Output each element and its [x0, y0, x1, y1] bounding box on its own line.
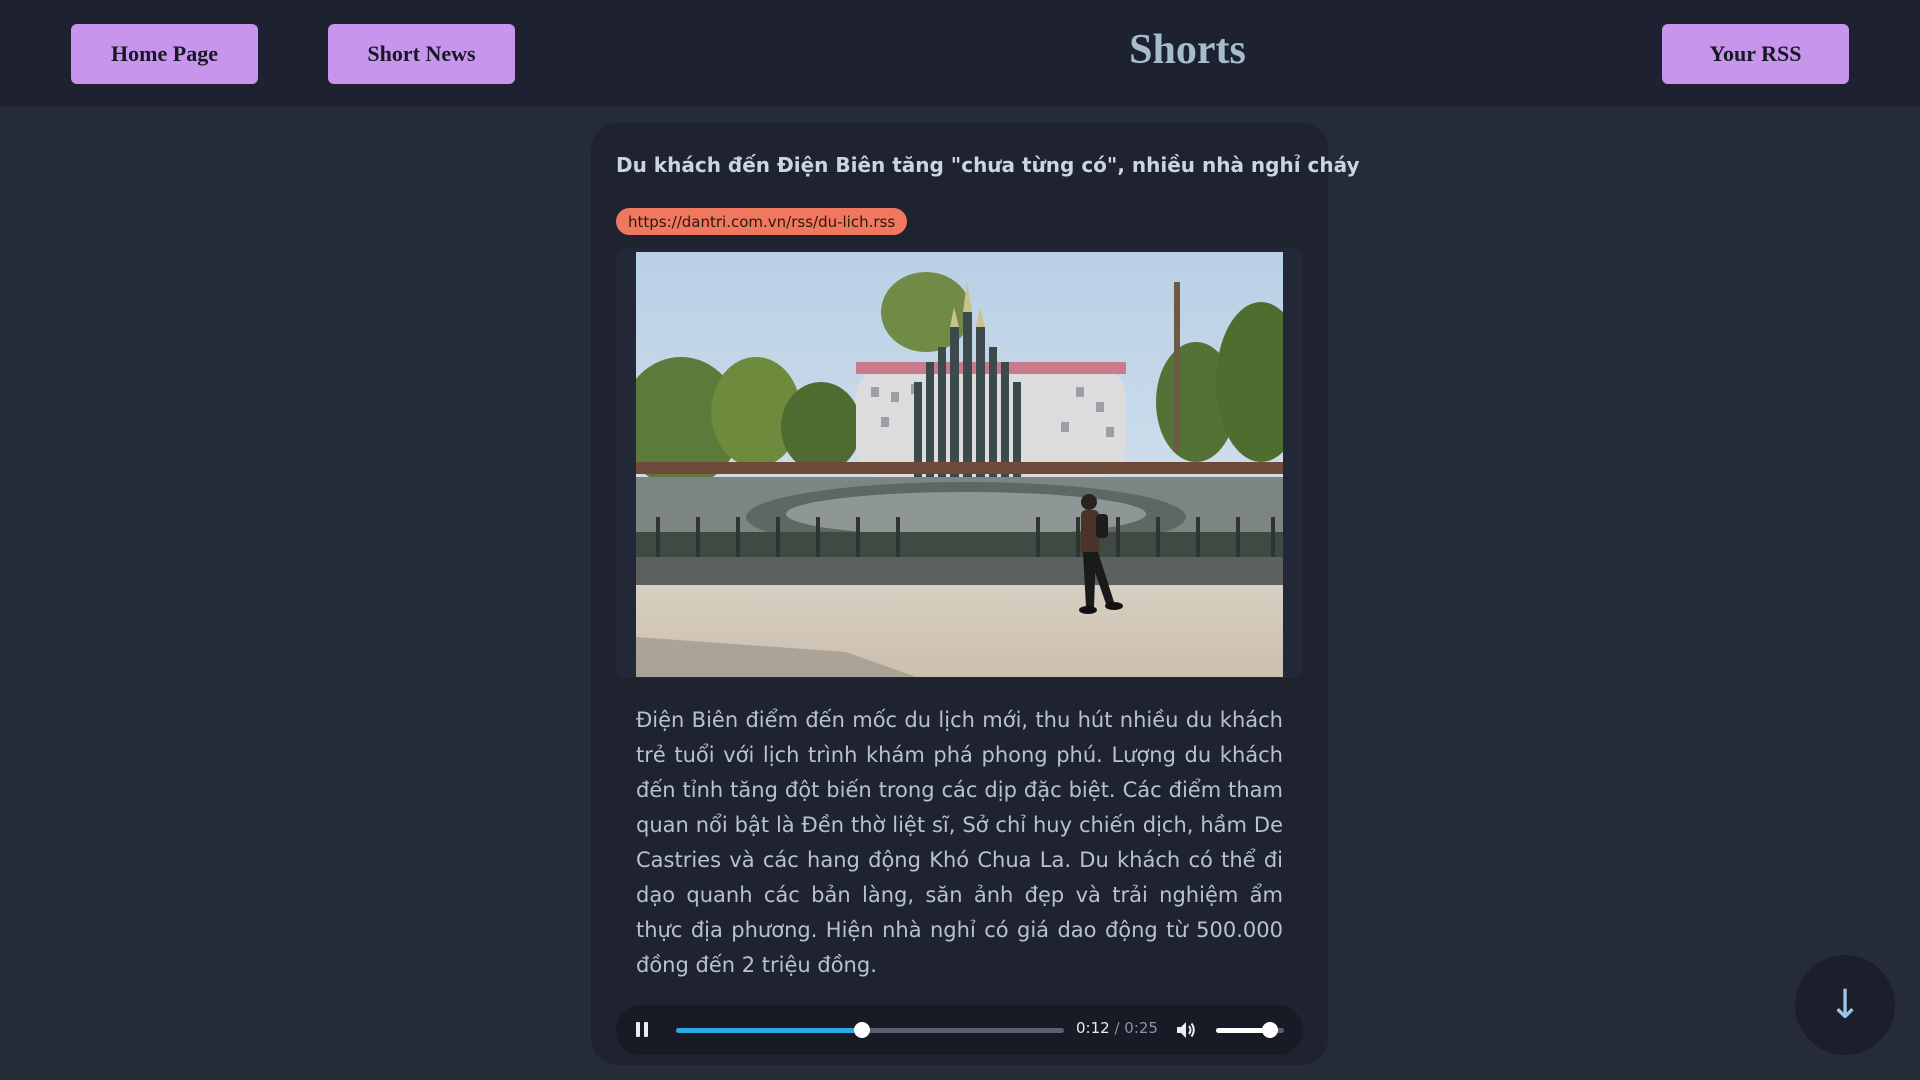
- volume-thumb[interactable]: [1262, 1022, 1279, 1038]
- page-title: Shorts: [1129, 27, 1246, 73]
- pause-icon[interactable]: [634, 1021, 652, 1039]
- current-time: 0:12: [1076, 1019, 1110, 1037]
- news-summary: Điện Biên điểm đến mốc du lịch mới, thu …: [636, 708, 1283, 977]
- news-card: Du khách đến Điện Biên tăng "chưa từng c…: [591, 123, 1360, 1065]
- your-rss-button[interactable]: Your RSS: [1662, 24, 1849, 84]
- time-display: 0:12 / 0:25: [1076, 1019, 1158, 1037]
- arrow-down-icon: ↓: [1828, 982, 1862, 1028]
- audio-progress-thumb[interactable]: [854, 1022, 871, 1038]
- home-page-button[interactable]: Home Page: [71, 24, 258, 84]
- news-title: Du khách đến Điện Biên tăng "chưa từng c…: [616, 153, 1360, 177]
- audio-progress-fill: [676, 1028, 863, 1033]
- image-frame: [616, 248, 1303, 678]
- duration-time: 0:25: [1124, 1019, 1158, 1037]
- time-separator: /: [1109, 1019, 1125, 1037]
- audio-progress-slider[interactable]: [676, 1022, 1064, 1038]
- scroll-down-button[interactable]: ↓: [1795, 955, 1895, 1055]
- volume-slider[interactable]: [1216, 1022, 1284, 1038]
- audio-player: 0:12 / 0:25: [616, 1005, 1303, 1055]
- top-navigation-bar: Home Page Short News Shorts Your RSS: [0, 0, 1920, 107]
- short-news-button[interactable]: Short News: [328, 24, 515, 84]
- article-photo: [636, 252, 1283, 677]
- volume-icon[interactable]: [1174, 1018, 1198, 1042]
- source-url-badge[interactable]: https://dantri.com.vn/rss/du-lich.rss: [616, 208, 908, 235]
